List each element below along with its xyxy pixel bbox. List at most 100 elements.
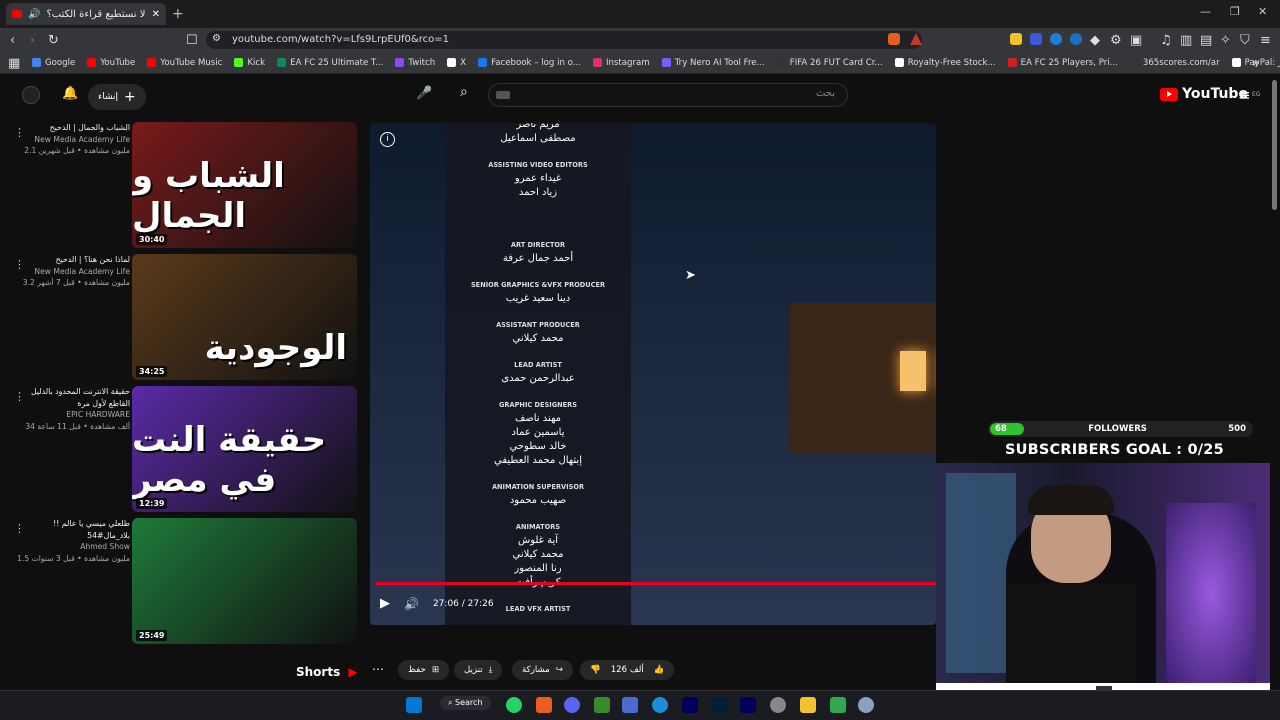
extension-icon[interactable]	[1030, 33, 1042, 45]
site-info-icon[interactable]: ⚙	[212, 33, 221, 44]
more-bookmarks-icon[interactable]: »	[1252, 56, 1260, 71]
microphone-icon[interactable]: 🎤	[416, 86, 432, 101]
bookmark-item[interactable]: 365scores.com/ar	[1129, 58, 1220, 68]
taskbar-search[interactable]: ⌕ Search	[440, 696, 491, 710]
extension-icon[interactable]	[1010, 33, 1022, 45]
more-actions-icon[interactable]: ⋯	[372, 662, 384, 676]
video-player[interactable]: مريم ناصر مصطفى اسماعيل ASSISTING VIDEO ED…	[370, 123, 936, 625]
video-thumbnail[interactable]: الوجودية 34:25	[132, 254, 357, 380]
search-input[interactable]: بحث	[488, 83, 848, 107]
related-video[interactable]: ⋮ حقيقة الانترنت المحدود بالدليل القاطع ل…	[10, 386, 360, 514]
extension-icon[interactable]	[1050, 33, 1062, 45]
related-video[interactable]: ⋮ لماذا نحن هنا؟ | الدحيح New Media Academ…	[10, 254, 360, 382]
close-tab-icon[interactable]: ✕	[152, 9, 160, 20]
channel-name[interactable]: New Media Academy Life	[10, 266, 130, 277]
app-icon[interactable]	[830, 697, 846, 713]
progress-bar[interactable]	[376, 582, 936, 585]
volume-icon[interactable]: 🔊	[404, 597, 419, 611]
bookmark-item[interactable]: FIFA 26 FUT Card Cr...	[776, 58, 883, 68]
menu-icon[interactable]: ≡	[1260, 33, 1271, 48]
video-thumbnail[interactable]: 25:49	[132, 518, 357, 644]
settings-icon[interactable]	[858, 697, 874, 713]
video-title[interactable]: طلعلي ميسي يا عالم !! بلاد_مال#54	[10, 518, 130, 541]
download-button[interactable]: تنزيل ⤓	[454, 660, 503, 680]
bookmark-label: YouTube	[100, 57, 136, 68]
close-window-icon[interactable]: ✕	[1258, 5, 1267, 18]
audition-icon[interactable]	[740, 697, 756, 713]
whatsapp-icon[interactable]	[506, 697, 522, 713]
country-code: EG	[1251, 90, 1261, 98]
dislike-icon[interactable]: 👎	[590, 665, 601, 675]
wallet-icon[interactable]: ▤	[1200, 33, 1212, 48]
extension-icon[interactable]	[1070, 33, 1082, 45]
vpn-icon[interactable]: ⛉	[1240, 33, 1250, 48]
avatar[interactable]	[22, 86, 40, 104]
browser-tab[interactable]: 🔊 لماذا لا نستطيع قراءة الكتب؟ | ✕	[6, 3, 166, 25]
keyboard-icon[interactable]	[496, 91, 510, 99]
bookmark-item[interactable]: Royalty-Free Stock...	[894, 58, 996, 68]
video-title[interactable]: لماذا نحن هنا؟ | الدحيح	[10, 254, 130, 266]
media-icon[interactable]: ♫	[1160, 33, 1172, 48]
like-icon[interactable]: 👍	[654, 665, 665, 675]
after-effects-icon[interactable]	[682, 697, 698, 713]
save-button[interactable]: حفظ ⊞	[398, 660, 450, 680]
app-icon[interactable]	[594, 697, 610, 713]
reload-icon[interactable]: ↻	[48, 33, 59, 48]
info-icon[interactable]: i	[380, 132, 395, 147]
obs-icon[interactable]	[770, 697, 786, 713]
discord-icon[interactable]	[564, 697, 580, 713]
sidebar-icon[interactable]: ▥	[1180, 33, 1192, 48]
app-icon[interactable]	[622, 697, 638, 713]
bookmark-item[interactable]: Facebook – log in o...	[478, 58, 581, 68]
start-icon[interactable]	[406, 697, 422, 713]
channel-name[interactable]: New Media Academy Life	[10, 134, 130, 145]
back-icon[interactable]: ‹	[10, 33, 15, 48]
view-stats: 2.1 مليون مشاهدة • قبل شهرين	[24, 146, 130, 156]
minimize-icon[interactable]: —	[1200, 5, 1211, 18]
video-thumbnail[interactable]: حقيقة النت في مصر 12:39	[132, 386, 357, 512]
bookmark-icon[interactable]: ☐	[186, 33, 198, 48]
related-video[interactable]: ⋮ طلعلي ميسي يا عالم !! بلاد_مال#54 Ahmed …	[10, 518, 360, 646]
photoshop-icon[interactable]	[712, 697, 728, 713]
channel-name[interactable]: EPIC HARDWARE	[10, 409, 130, 420]
video-title[interactable]: الشباب والجمال | الدحيح	[10, 122, 130, 134]
file-explorer-icon[interactable]	[800, 697, 816, 713]
scrollbar[interactable]	[1272, 80, 1277, 210]
bookmark-item[interactable]: EA FC 25 Players, Pri...	[1007, 58, 1118, 68]
brave-icon[interactable]	[888, 33, 900, 45]
extension-icon[interactable]: ▣	[1130, 33, 1142, 48]
notifications-bell-icon[interactable]: 🔔	[62, 86, 78, 101]
bookmark-item[interactable]: EA FC 25 Ultimate T...	[277, 58, 383, 68]
search-icon[interactable]: ⌕	[460, 84, 468, 100]
extension-icon[interactable]: ⚙	[1110, 33, 1122, 48]
audio-icon[interactable]: 🔊	[28, 9, 40, 20]
video-title[interactable]: حقيقة الانترنت المحدود بالدليل القاطع لأ…	[10, 386, 130, 409]
address-bar[interactable]: youtube.com/watch?v=Lfs9LrpEUf0&rco=1	[206, 31, 922, 49]
edge-icon[interactable]	[652, 697, 668, 713]
bookmark-item[interactable]: Instagram	[592, 58, 650, 68]
bookmark-item[interactable]: X	[447, 58, 466, 68]
channel-name[interactable]: Ahmed Show	[10, 541, 130, 552]
hamburger-menu-icon[interactable]: ≡	[1238, 86, 1251, 104]
bookmark-item[interactable]: YouTube Music	[147, 58, 222, 68]
forward-icon[interactable]: ›	[30, 33, 35, 48]
leo-icon[interactable]: ✧	[1220, 33, 1231, 48]
related-video[interactable]: ⋮ الشباب والجمال | الدحيح New Media Academ…	[10, 122, 360, 250]
share-button[interactable]: مشاركة ↪	[512, 660, 573, 680]
shorts-heading[interactable]: Shorts ▶	[296, 665, 358, 679]
video-thumbnail[interactable]: الشباب و الجمال 30:40	[132, 122, 357, 248]
bookmark-item[interactable]: Try Nero AI Tool Fre...	[661, 58, 765, 68]
brave-icon[interactable]	[536, 697, 552, 713]
bookmark-item[interactable]: YouTube	[87, 58, 135, 68]
extension-icon[interactable]: ◆	[1090, 33, 1100, 48]
maximize-icon[interactable]: ❐	[1230, 5, 1240, 18]
house-window	[900, 351, 926, 391]
bookmark-item[interactable]: Kick	[234, 58, 265, 68]
bookmark-item[interactable]: Google	[32, 58, 75, 68]
apps-icon[interactable]: ▦	[8, 56, 20, 71]
new-tab-button[interactable]: +	[172, 6, 184, 22]
create-button[interactable]: إنشاء +	[88, 84, 146, 110]
bookmark-item[interactable]: Twitch	[395, 58, 435, 68]
play-icon[interactable]: ▶	[380, 596, 390, 611]
like-dislike-button[interactable]: 👎 126 ألف 👍	[580, 660, 675, 680]
